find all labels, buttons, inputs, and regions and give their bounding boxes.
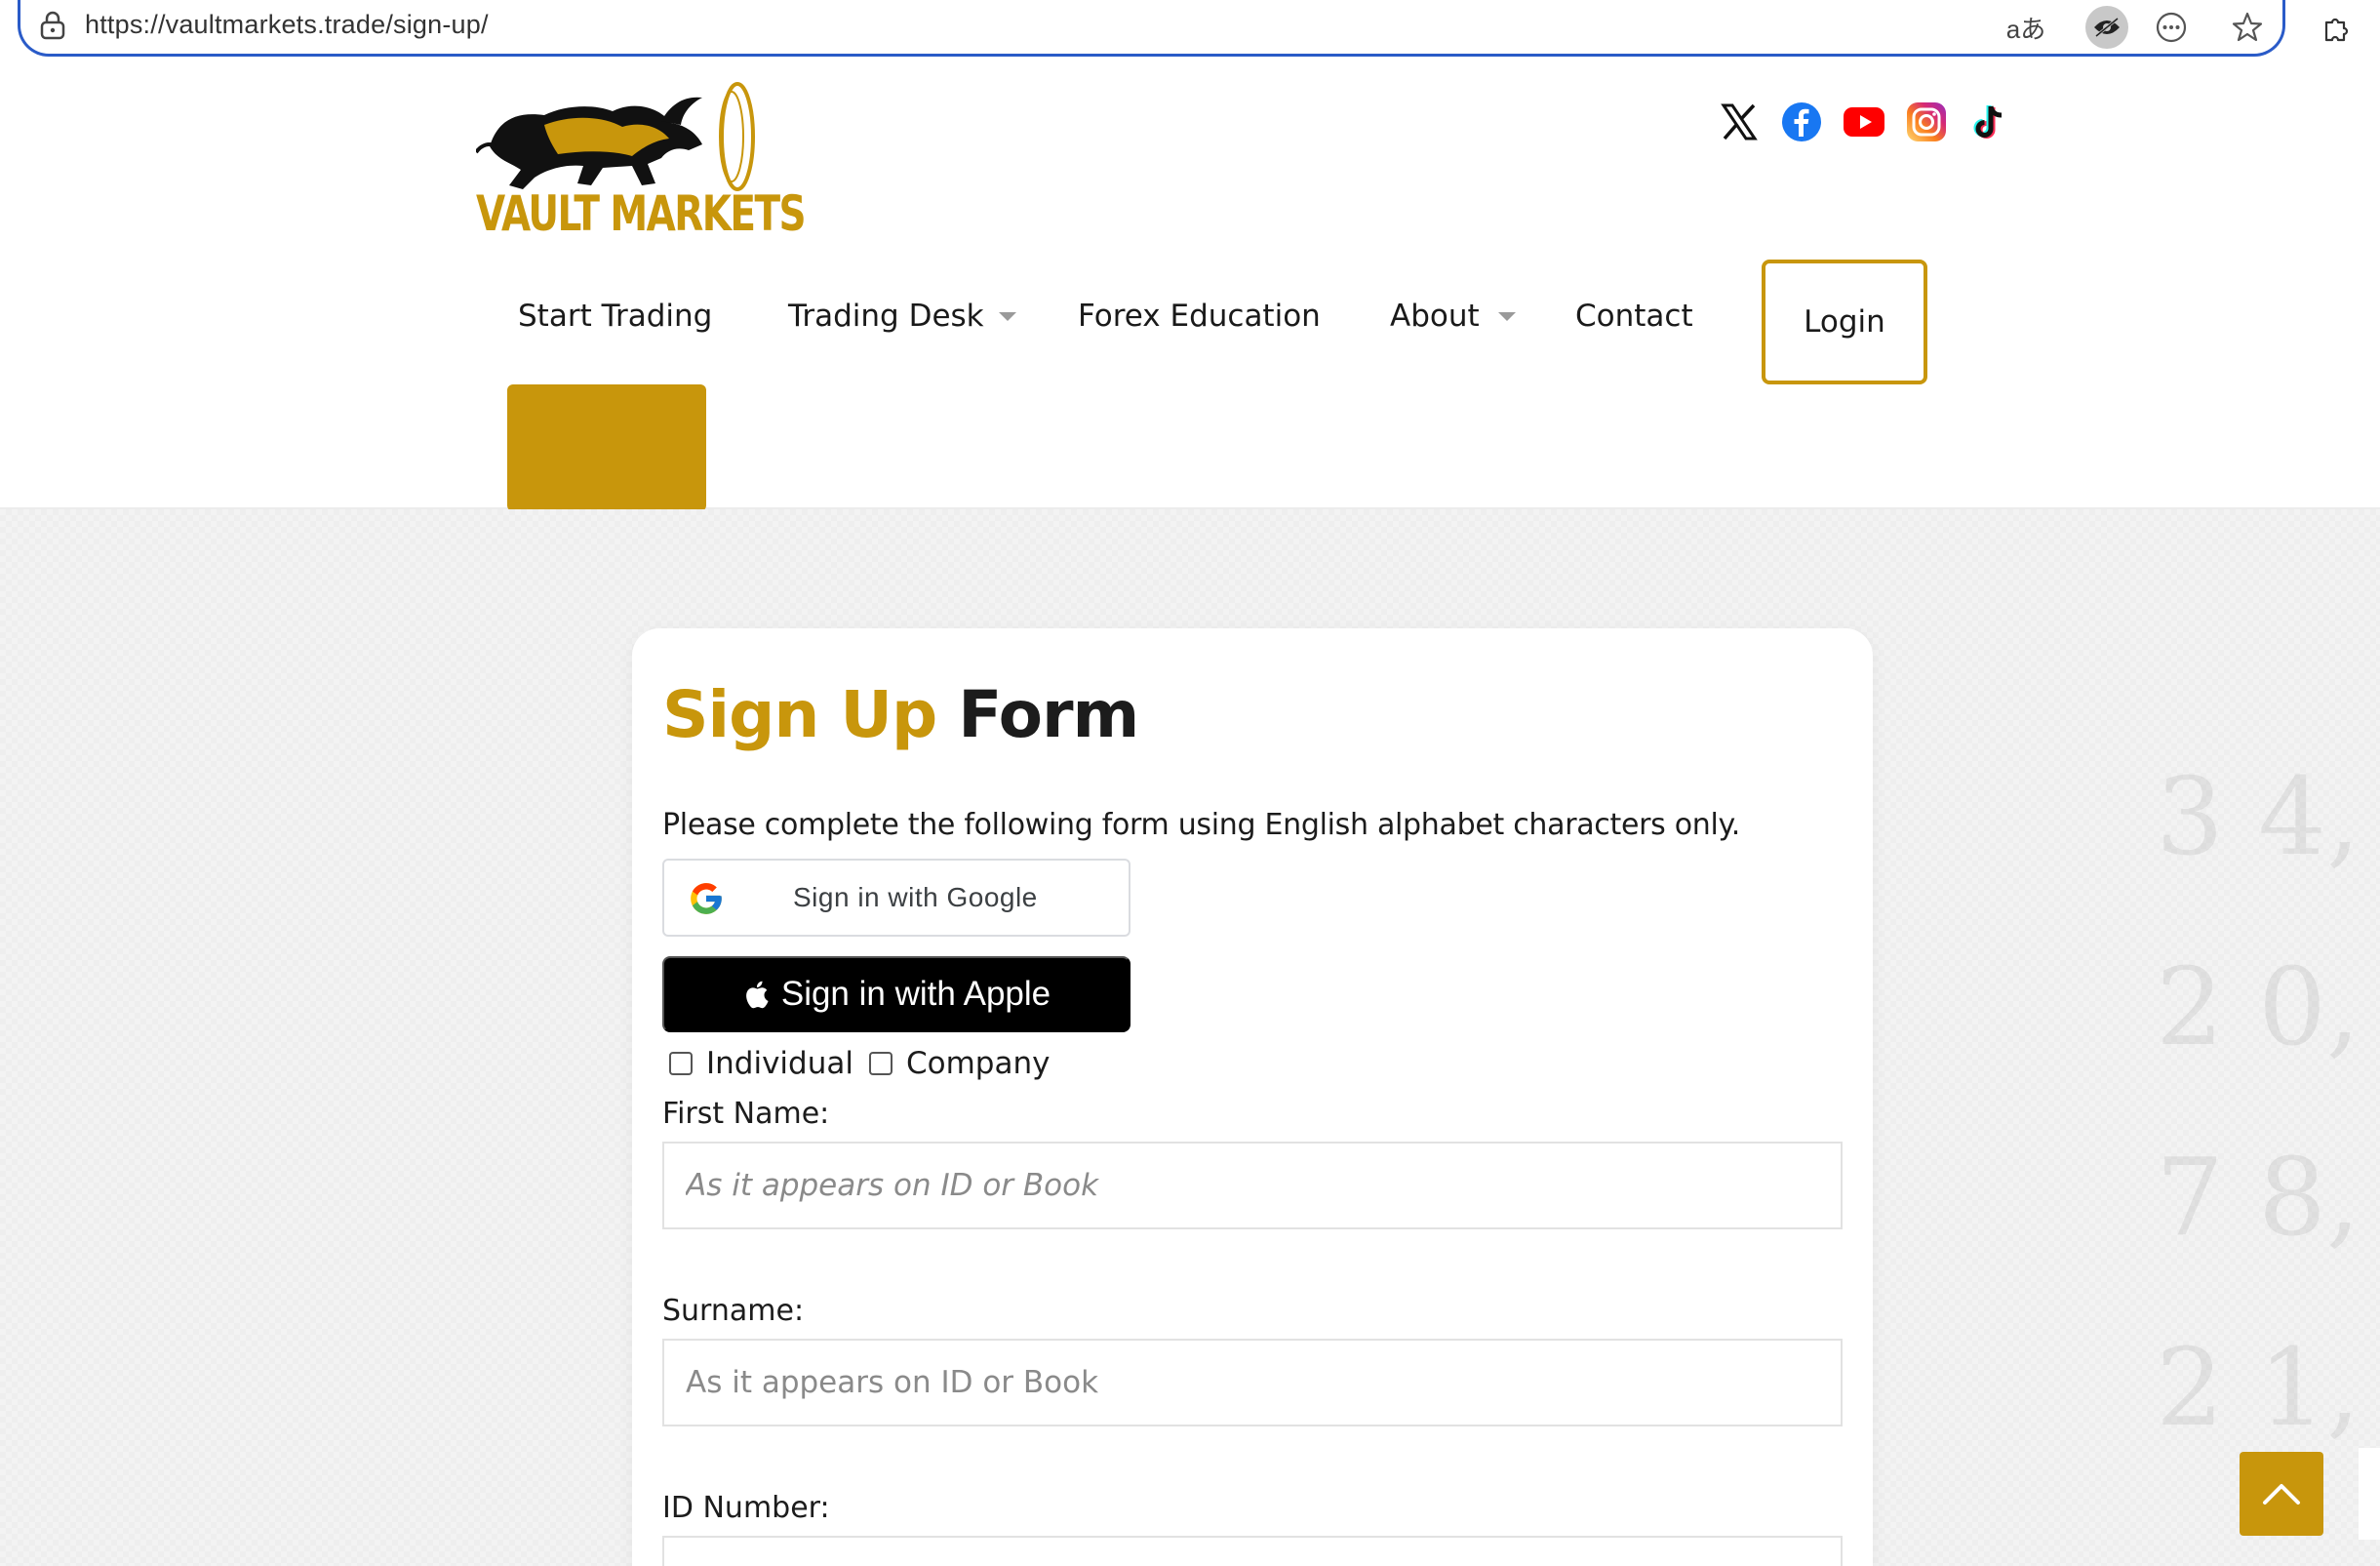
form-title: Sign Up Form xyxy=(662,677,1139,752)
individual-checkbox[interactable] xyxy=(669,1052,693,1075)
nav-forex-education[interactable]: Forex Education xyxy=(1078,299,1321,334)
id-number-input[interactable] xyxy=(662,1536,1843,1566)
nav-contact[interactable]: Contact xyxy=(1575,299,1693,334)
google-sign-in-label: Sign in with Google xyxy=(793,882,1038,912)
apple-icon xyxy=(745,981,769,1009)
facebook-icon[interactable] xyxy=(1779,100,1824,144)
favorite-star-icon[interactable] xyxy=(2226,6,2269,49)
address-bar[interactable]: https://vaultmarkets.trade/sign-up/ xyxy=(18,0,2285,57)
surname-label: Surname: xyxy=(662,1294,805,1328)
chevron-down-icon[interactable] xyxy=(999,312,1016,321)
more-options-icon[interactable] xyxy=(2150,6,2193,49)
vault-markets-logo[interactable]: VAULT MARKETS xyxy=(476,82,807,248)
apple-sign-in-button[interactable]: Sign in with Apple xyxy=(662,956,1130,1032)
id-number-label: ID Number: xyxy=(662,1491,830,1525)
first-name-label: First Name: xyxy=(662,1097,830,1131)
individual-label[interactable]: Individual xyxy=(706,1046,853,1081)
url-text[interactable]: https://vaultmarkets.trade/sign-up/ xyxy=(85,10,489,40)
account-type-options: Individual Company xyxy=(669,1044,1065,1083)
login-button[interactable]: Login xyxy=(1762,260,1927,384)
chevron-up-icon xyxy=(2263,1484,2300,1505)
sign-up-card: Sign Up Form Please complete the followi… xyxy=(632,628,1873,1566)
lock-icon[interactable] xyxy=(38,10,67,41)
google-sign-in-button[interactable]: Sign in with Google xyxy=(662,859,1130,937)
apple-sign-in-label: Sign in with Apple xyxy=(780,975,1051,1013)
tracking-prevention-icon[interactable] xyxy=(2085,6,2128,49)
company-checkbox[interactable] xyxy=(868,1052,892,1075)
browser-toolbar: https://vaultmarkets.trade/sign-up/ aあ xyxy=(0,0,2380,60)
nav-about[interactable]: About xyxy=(1390,299,1480,334)
site-header: VAULT MARKETS Start Trading Trading Desk… xyxy=(0,60,2380,511)
nav-start-trading[interactable]: Start Trading xyxy=(518,299,712,334)
company-label[interactable]: Company xyxy=(906,1046,1050,1081)
nav-trading-desk[interactable]: Trading Desk xyxy=(788,299,984,334)
background-decoration: 3 4, 2 0, 7 8, 2 1, xyxy=(2156,754,2360,1450)
youtube-icon[interactable] xyxy=(1842,100,1886,144)
tiktok-icon[interactable] xyxy=(1966,100,2011,144)
instagram-icon[interactable] xyxy=(1904,100,1949,144)
cta-button[interactable] xyxy=(507,384,706,511)
form-title-accent: Sign Up xyxy=(662,677,937,752)
surname-input[interactable] xyxy=(662,1339,1843,1426)
scroll-to-top-button[interactable] xyxy=(2240,1452,2323,1536)
form-instructions: Please complete the following form using… xyxy=(662,808,1740,842)
google-icon xyxy=(691,883,722,914)
logo-text: VAULT MARKETS xyxy=(476,185,807,242)
form-title-rest: Form xyxy=(958,677,1139,752)
first-name-input[interactable] xyxy=(662,1142,1843,1229)
chevron-down-icon[interactable] xyxy=(1498,312,1516,321)
translate-icon[interactable]: aあ xyxy=(2004,6,2047,49)
extensions-icon[interactable] xyxy=(2312,6,2359,53)
x-icon[interactable] xyxy=(1717,100,1762,144)
side-widget-edge xyxy=(2359,1448,2380,1540)
bull-logo-icon xyxy=(476,82,755,191)
